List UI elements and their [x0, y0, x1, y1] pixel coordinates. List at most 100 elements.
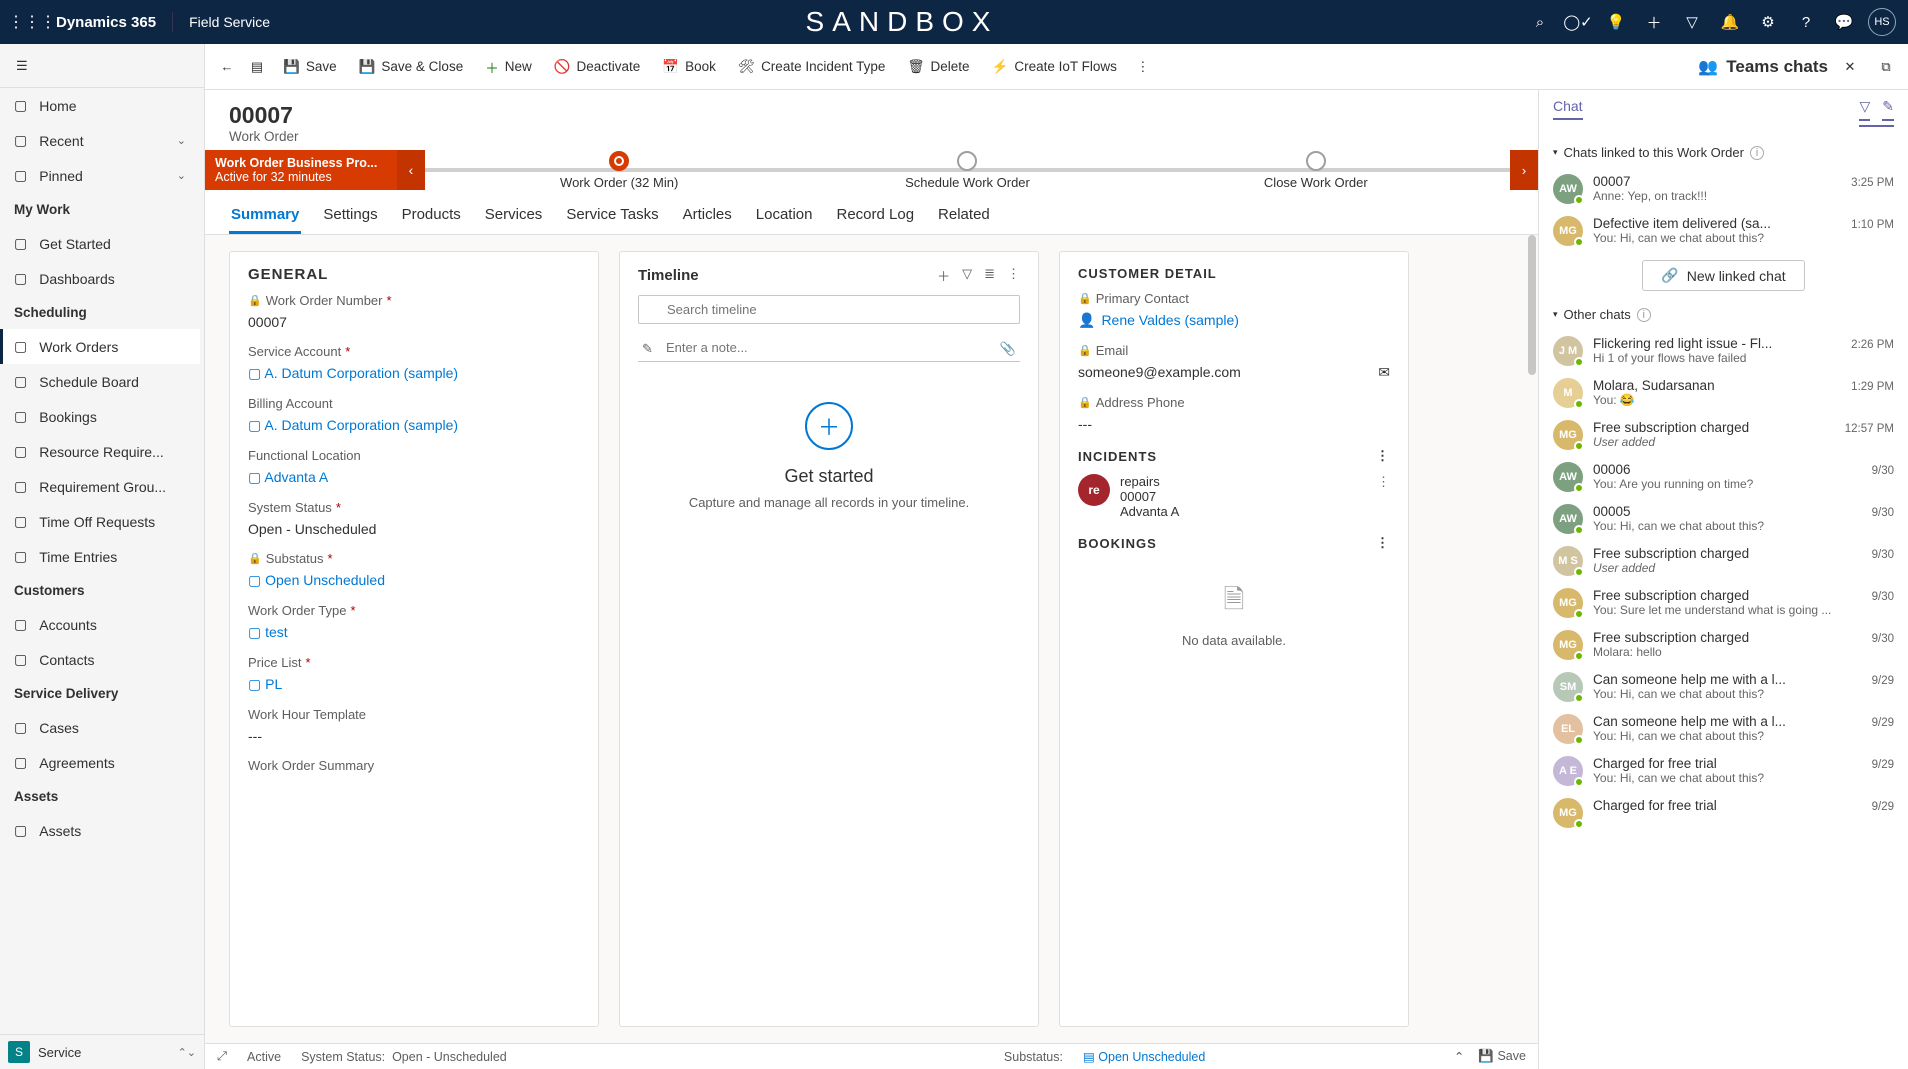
nav-item[interactable]: ▢Time Off Requests: [0, 504, 200, 539]
nav-item[interactable]: ▢Resource Require...: [0, 434, 200, 469]
nav-item[interactable]: ▢Cases: [0, 710, 200, 745]
nav-item[interactable]: ▢Accounts: [0, 607, 200, 642]
tab-related[interactable]: Related: [936, 198, 992, 234]
delete-button[interactable]: 🗑Delete: [897, 53, 979, 81]
settings-icon[interactable]: ⚙: [1750, 0, 1786, 44]
bpf-stage[interactable]: Close Work Order: [1142, 151, 1490, 190]
tl-filter-icon[interactable]: ▽: [962, 266, 972, 285]
chat-item[interactable]: J MFlickering red light issue - Fl...2:2…: [1549, 330, 1898, 372]
chevron-up-icon[interactable]: ⌃: [1454, 1049, 1464, 1064]
nav-home[interactable]: ▢Home: [0, 88, 200, 123]
forms-icon[interactable]: ▤: [243, 53, 271, 81]
chat-item[interactable]: MGFree subscription charged9/30You: Sure…: [1549, 582, 1898, 624]
book-button[interactable]: 📅Book: [652, 53, 726, 81]
nav-recent[interactable]: ▢Recent⌄: [0, 123, 200, 158]
tab-service-tasks[interactable]: Service Tasks: [564, 198, 660, 234]
new-button[interactable]: ＋New: [475, 51, 542, 83]
timeline-search[interactable]: [638, 295, 1020, 324]
chat-item[interactable]: MGFree subscription charged12:57 PMUser …: [1549, 414, 1898, 456]
field-serviceAccount[interactable]: Service Account*▢ A. Datum Corporation (…: [248, 344, 580, 382]
tab-location[interactable]: Location: [754, 198, 815, 234]
chat-item[interactable]: AW000073:25 PMAnne: Yep, on track!!!: [1549, 168, 1898, 210]
teams-filter-icon[interactable]: ▽: [1859, 98, 1870, 121]
area-switcher[interactable]: S Service ⌃⌄: [0, 1034, 204, 1069]
search-icon[interactable]: ⌕: [1522, 0, 1558, 44]
mailto-icon[interactable]: ✉: [1378, 364, 1390, 381]
tab-services[interactable]: Services: [483, 198, 545, 234]
popout-icon[interactable]: ⧉: [1872, 53, 1900, 81]
chat-item[interactable]: MGFree subscription charged9/30Molara: h…: [1549, 624, 1898, 666]
bpf-flag[interactable]: Work Order Business Pro... Active for 32…: [205, 150, 425, 190]
field-workHourTemplate[interactable]: Work Hour Template---: [248, 707, 580, 744]
chat-item[interactable]: M SFree subscription charged9/30User add…: [1549, 540, 1898, 582]
chat-item[interactable]: MGDefective item delivered (sa...1:10 PM…: [1549, 210, 1898, 252]
tab-products[interactable]: Products: [400, 198, 463, 234]
tab-summary[interactable]: Summary: [229, 198, 301, 234]
incidents-more-icon[interactable]: ⋮: [1376, 448, 1390, 464]
sb-substatus[interactable]: Open Unscheduled: [1098, 1050, 1205, 1064]
bookings-more-icon[interactable]: ⋮: [1376, 535, 1390, 551]
bpf-prev[interactable]: ‹: [397, 150, 425, 190]
assistant-icon[interactable]: 💡: [1598, 0, 1634, 44]
filter-icon[interactable]: ▽: [1674, 0, 1710, 44]
field-billingAccount[interactable]: Billing Account▢ A. Datum Corporation (s…: [248, 396, 580, 434]
scrollbar[interactable]: [1528, 235, 1536, 375]
nav-item[interactable]: ▢Dashboards: [0, 261, 200, 296]
nav-item[interactable]: ▢Requirement Grou...: [0, 469, 200, 504]
teams-compose-icon[interactable]: ✎: [1882, 98, 1894, 121]
nav-item[interactable]: ▢Assets: [0, 813, 200, 848]
bpf-stage[interactable]: Schedule Work Order: [793, 151, 1141, 190]
incident-row[interactable]: rerepairs00007Advanta A⋮: [1078, 474, 1390, 519]
deactivate-button[interactable]: 🚫Deactivate: [544, 53, 651, 81]
tl-sort-icon[interactable]: ≣: [984, 266, 995, 285]
field-systemStatus[interactable]: System Status*Open - Unscheduled: [248, 500, 580, 537]
nav-item[interactable]: ▢Work Orders: [0, 329, 200, 364]
bpf-stage[interactable]: Work Order (32 Min): [445, 151, 793, 190]
task-icon[interactable]: ◯✓: [1560, 0, 1596, 44]
incident-more-icon[interactable]: ⋮: [1377, 474, 1390, 490]
primary-contact-link[interactable]: Rene Valdes (sample): [1101, 312, 1238, 329]
nav-item[interactable]: ▢Contacts: [0, 642, 200, 677]
bpf-next[interactable]: ›: [1510, 150, 1538, 190]
chat-item[interactable]: SMCan someone help me with a l...9/29You…: [1549, 666, 1898, 708]
tab-articles[interactable]: Articles: [681, 198, 734, 234]
expand-icon[interactable]: ⤢: [217, 1049, 227, 1064]
iot-flows-button[interactable]: ⚡Create IoT Flows: [982, 53, 1127, 81]
save-close-button[interactable]: 💾Save & Close: [349, 53, 474, 81]
nav-pinned[interactable]: ▢Pinned⌄: [0, 158, 200, 193]
save-icon[interactable]: 💾: [1478, 1049, 1494, 1063]
overflow-icon[interactable]: ⋮: [1129, 53, 1157, 81]
save-button[interactable]: 💾Save: [273, 53, 347, 81]
field-workOrderSummary[interactable]: Work Order Summary: [248, 758, 580, 773]
field-workOrderType[interactable]: Work Order Type*▢ test: [248, 603, 580, 641]
nav-item[interactable]: ▢Schedule Board: [0, 364, 200, 399]
app-launcher-icon[interactable]: ⋮⋮⋮: [8, 12, 44, 32]
chat-item[interactable]: ELCan someone help me with a l...9/29You…: [1549, 708, 1898, 750]
create-incident-button[interactable]: 🛠Create Incident Type: [728, 53, 895, 81]
tab-record-log[interactable]: Record Log: [834, 198, 916, 234]
teams-tab-chat[interactable]: Chat: [1553, 98, 1583, 120]
back-button[interactable]: ←: [213, 53, 241, 81]
chat-item[interactable]: AW000069/30You: Are you running on time?: [1549, 456, 1898, 498]
field-functionalLocation[interactable]: Functional Location▢ Advanta A: [248, 448, 580, 486]
attach-icon[interactable]: 📎: [1000, 341, 1016, 357]
chat-icon[interactable]: 💬: [1826, 0, 1862, 44]
chat-item[interactable]: A ECharged for free trial9/29You: Hi, ca…: [1549, 750, 1898, 792]
field-substatus[interactable]: 🔒Substatus*▢ Open Unscheduled: [248, 551, 580, 589]
linked-chats-header[interactable]: ▾Chats linked to this Work Orderi: [1549, 137, 1898, 168]
help-icon[interactable]: ?: [1788, 0, 1824, 44]
user-avatar[interactable]: HS: [1864, 0, 1900, 44]
tab-settings[interactable]: Settings: [321, 198, 379, 234]
notifications-icon[interactable]: 🔔: [1712, 0, 1748, 44]
add-icon[interactable]: ＋: [1636, 0, 1672, 44]
nav-item[interactable]: ▢Bookings: [0, 399, 200, 434]
chat-item[interactable]: MGCharged for free trial9/29: [1549, 792, 1898, 834]
chat-item[interactable]: AW000059/30You: Hi, can we chat about th…: [1549, 498, 1898, 540]
other-chats-header[interactable]: ▾Other chatsi: [1549, 299, 1898, 330]
nav-item[interactable]: ▢Get Started: [0, 226, 200, 261]
tl-more-icon[interactable]: ⋮: [1007, 266, 1020, 285]
nav-toggle[interactable]: ☰: [0, 44, 204, 88]
tl-add-icon[interactable]: ＋: [937, 266, 950, 285]
new-linked-chat-button[interactable]: 🔗New linked chat: [1642, 260, 1804, 291]
close-panel-icon[interactable]: ✕: [1836, 53, 1864, 81]
